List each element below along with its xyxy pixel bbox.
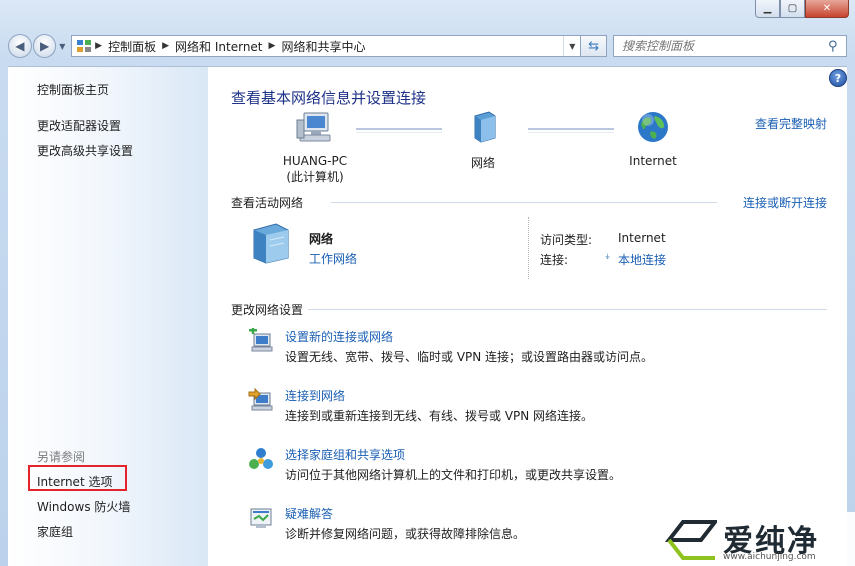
connect-network-icon	[248, 387, 273, 411]
node-network[interactable]: 网络	[428, 110, 538, 171]
network-type-link[interactable]: 工作网络	[309, 250, 357, 267]
node-this-computer: HUANG-PC (此计算机)	[260, 110, 370, 185]
maximize-button[interactable]: ▢	[780, 0, 805, 18]
back-arrow-icon: ◀	[15, 39, 25, 53]
new-connection-icon	[249, 328, 273, 352]
troubleshoot-icon	[250, 508, 272, 528]
node-label: 网络	[470, 156, 495, 170]
setup-connection-link[interactable]: 设置新的连接或网络	[285, 328, 393, 345]
globe-icon	[638, 112, 668, 142]
view-full-map-link[interactable]: 查看完整映射	[755, 115, 827, 132]
active-networks-heading: 查看活动网络	[231, 196, 304, 210]
watermark-logo	[665, 520, 717, 560]
breadcrumb-separator: ▶	[162, 41, 170, 51]
homegroup-sharing-link[interactable]: 选择家庭组和共享选项	[285, 446, 405, 463]
sidebar-item-internet-options[interactable]: Internet 选项	[37, 473, 112, 490]
troubleshoot-desc: 诊断并修复网络问题，或获得故障排除信息。	[285, 527, 526, 541]
search-input[interactable]	[619, 38, 824, 54]
connect-network-desc: 连接到或重新连接到无线、有线、拨号或 VPN 网络连接。	[285, 409, 594, 423]
sidebar-item-control-panel-home[interactable]: 控制面板主页	[37, 81, 109, 98]
see-also-heading: 另请参阅	[37, 450, 86, 464]
node-internet[interactable]: Internet	[598, 110, 708, 168]
breadcrumb-network-internet[interactable]: 网络和 Internet	[175, 38, 262, 55]
homegroup-icon	[249, 448, 273, 469]
watermark: 爱纯净 www.aichunjing.com	[659, 512, 855, 566]
content-area: 控制面板主页 更改适配器设置 更改高级共享设置 另请参阅 Internet 选项…	[8, 66, 847, 566]
sidebar-item-change-advanced-sharing[interactable]: 更改高级共享设置	[37, 142, 133, 159]
address-dropdown-icon[interactable]: ▼	[563, 36, 580, 56]
section-divider	[308, 309, 827, 310]
connect-network-link[interactable]: 连接到网络	[285, 387, 345, 404]
computer-icon	[296, 112, 331, 142]
forward-button[interactable]: ▶	[32, 34, 57, 58]
back-button[interactable]: ◀	[8, 34, 32, 58]
address-bar[interactable]: ▶ 控制面板 ▶ 网络和 Internet ▶ 网络和共享中心 ▼	[71, 35, 582, 57]
close-button[interactable]: ✕	[805, 0, 849, 18]
sidebar-item-homegroup[interactable]: 家庭组	[37, 523, 73, 540]
breadcrumb-control-panel[interactable]: 控制面板	[108, 38, 156, 55]
connect-disconnect-link[interactable]: 连接或断开连接	[743, 194, 827, 211]
setup-connection-desc: 设置无线、宽带、拨号、临时或 VPN 连接；或设置路由器或访问点。	[285, 350, 654, 364]
connection-label: 连接:	[540, 253, 569, 267]
section-divider	[331, 202, 717, 203]
close-icon: ✕	[822, 3, 832, 14]
sidebar: 控制面板主页 更改适配器设置 更改高级共享设置 另请参阅 Internet 选项…	[8, 67, 208, 566]
forward-arrow-icon: ▶	[39, 39, 50, 53]
help-icon: ?	[834, 71, 842, 85]
refresh-button[interactable]: ⇆	[581, 35, 607, 57]
vertical-divider	[528, 217, 529, 279]
search-icon[interactable]: ⚲	[828, 39, 846, 54]
page-title: 查看基本网络信息并设置连接	[231, 89, 427, 107]
sidebar-item-windows-firewall[interactable]: Windows 防火墙	[37, 498, 130, 515]
node-label: Internet	[629, 154, 677, 168]
main-panel: ? 查看基本网络信息并设置连接 查看完整映射 HUANG-PC (此计算机) 网…	[208, 67, 847, 566]
navigation-bar: ◀ ▶ ▼ ▶ 控制面板 ▶ 网络和 Internet ▶ 网络和共享中心 ▼ …	[8, 33, 848, 59]
breadcrumb-separator: ▶	[92, 41, 103, 51]
sidebar-item-change-adapter-settings[interactable]: 更改适配器设置	[37, 117, 121, 134]
local-connection-link[interactable]: 本地连接	[618, 251, 666, 268]
help-button[interactable]: ?	[829, 69, 847, 87]
change-settings-heading: 更改网络设置	[231, 303, 304, 317]
recent-pages-dropdown[interactable]: ▼	[57, 42, 67, 51]
window-caption-buttons: ▁ ▢ ✕	[755, 0, 849, 18]
search-box[interactable]: ⚲	[612, 35, 848, 57]
node-sublabel: (此计算机)	[286, 170, 344, 184]
breadcrumb-network-sharing-center[interactable]: 网络和共享中心	[281, 38, 365, 55]
refresh-icon: ⇆	[588, 38, 600, 54]
minimize-icon: ▁	[763, 3, 772, 14]
active-network-name: 网络	[309, 232, 334, 246]
maximize-icon: ▢	[787, 3, 798, 14]
work-network-icon[interactable]	[248, 222, 294, 264]
ethernet-icon: ⍖	[604, 249, 612, 263]
breadcrumb-separator: ▶	[268, 41, 276, 51]
watermark-url: www.aichunjing.com	[723, 552, 816, 562]
control-panel-icon	[77, 40, 92, 52]
node-label: HUANG-PC	[282, 154, 348, 168]
troubleshoot-link[interactable]: 疑难解答	[285, 505, 333, 522]
homegroup-sharing-desc: 访问位于其他网络计算机上的文件和打印机，或更改共享设置。	[285, 468, 622, 482]
minimize-button[interactable]: ▁	[755, 0, 780, 18]
access-type-value: Internet	[618, 231, 666, 245]
network-icon	[474, 111, 496, 143]
access-type-label: 访问类型:	[540, 233, 593, 247]
chevron-down-icon: ▼	[59, 41, 66, 51]
window-frame: ▁ ▢ ✕ ◀ ▶ ▼ ▶ 控制面板 ▶ 网络和 Internet ▶ 网络和共…	[0, 0, 855, 566]
